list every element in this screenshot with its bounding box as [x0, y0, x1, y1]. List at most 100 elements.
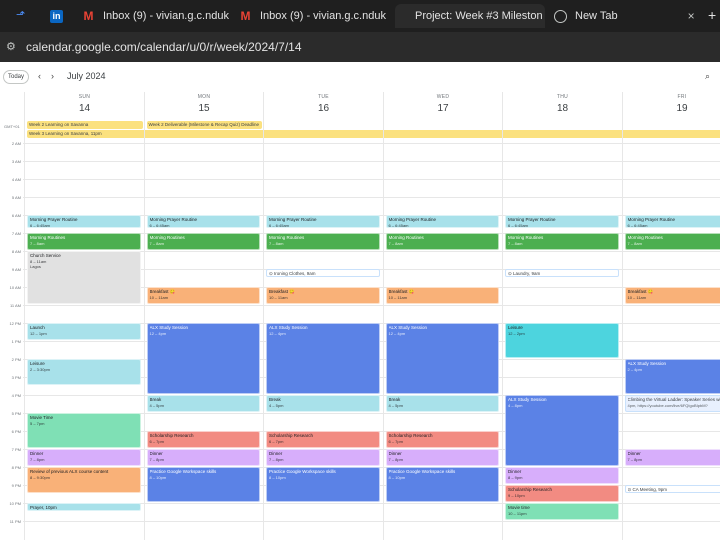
calendar-event[interactable]: Leisure12 – 2pm [505, 323, 619, 358]
event-time: 7 – 8am [150, 241, 258, 246]
tab-linkedin[interactable]: in [50, 4, 68, 28]
hour-label: 1 PM [3, 339, 21, 344]
calendar-event[interactable]: Morning Prayer Routine6 – 6:45am [625, 215, 720, 228]
calendar-event[interactable]: ALX Study Session12 – 4pm [266, 323, 380, 394]
calendar-event[interactable]: Morning Prayer Routine6 – 6:45am [147, 215, 261, 228]
calendar-event[interactable]: Scholarship Research6 – 7pm [386, 431, 500, 448]
calendar-event[interactable]: Dinner7 – 8pm [266, 449, 380, 466]
tab-project[interactable]: Project: Week #3 Mileston × [395, 4, 545, 28]
day-header[interactable]: WED17 [384, 94, 503, 114]
event-time: 4 – 5pm [389, 403, 497, 408]
calendar-event[interactable]: ALX Study Session12 – 4pm [386, 323, 500, 394]
hour-label: 6 AM [3, 213, 21, 218]
calendar-event[interactable]: Prayer, 10pm [27, 503, 141, 511]
day-header[interactable]: TUE16 [264, 94, 383, 114]
site-info-icon[interactable]: ⚙ [6, 40, 16, 53]
calendar-event[interactable]: Dinner8 – 9pm [505, 467, 619, 484]
calendar-event[interactable]: ⊙ Ironing Clothes, 9am [266, 269, 380, 277]
month-label: July 2024 [67, 71, 106, 81]
calendar-event[interactable]: Breakfast 😋10 – 11am [266, 287, 380, 304]
tab-inbox-2[interactable]: M Inbox (9) - vivian.g.c.nduk × [239, 4, 389, 28]
hour-label: 12 PM [3, 321, 21, 326]
event-time: 8 – 9:30pm [30, 475, 138, 480]
day-header[interactable]: THU18 [503, 94, 622, 114]
calendar-event[interactable]: ALX Study Session2 – 4pm [625, 359, 720, 394]
event-time: 8 – 10pm [389, 475, 497, 480]
day-date[interactable]: 17 [384, 103, 503, 114]
chrome-icon [554, 10, 567, 23]
hour-label: 11 PM [3, 519, 21, 524]
event-time: 2 – 4pm [628, 367, 720, 372]
calendar-event[interactable]: ALX Study Session4 – 8pm [505, 395, 619, 466]
calendar-event[interactable]: Scholarship Research6 – 7pm [266, 431, 380, 448]
day-date[interactable]: 19 [623, 103, 720, 114]
calendar-event[interactable]: Morning Prayer Routine6 – 6:45am [27, 215, 141, 228]
event-time: 10 – 11am [389, 295, 497, 300]
calendar-event[interactable]: Morning Routines7 – 8am [505, 233, 619, 250]
tab-back-icon[interactable]: ⬏ [16, 8, 25, 21]
calendar-event[interactable]: ALX Study Session12 – 4pm [147, 323, 261, 394]
calendar-event[interactable]: ⊙ CA Meeting, 9pm [625, 485, 720, 493]
calendar-event[interactable]: Scholarship Research6 – 7pm [147, 431, 261, 448]
calendar-event[interactable]: Scholarship Research9 – 10pm [505, 485, 619, 502]
calendar-event[interactable]: Dinner7 – 8pm [386, 449, 500, 466]
event-time: 12 – 4pm [389, 331, 497, 336]
event-time: 7 – 8pm [269, 457, 377, 462]
calendar-event[interactable]: Leisure2 – 3:30pm [27, 359, 141, 385]
url-text[interactable]: calendar.google.com/calendar/u/0/r/week/… [26, 40, 302, 54]
hour-label: 5 PM [3, 411, 21, 416]
calendar-event[interactable]: Morning Routines7 – 8am [625, 233, 720, 250]
calendar-event[interactable]: Dinner7 – 8pm [27, 449, 141, 466]
next-week-icon[interactable]: › [51, 71, 54, 81]
search-icon[interactable]: ⌕ [705, 71, 710, 82]
allday-event[interactable]: Week 2 Learning on Savanna [27, 121, 143, 129]
tab-inbox-1[interactable]: M Inbox (9) - vivian.g.c.nduk × [82, 4, 232, 28]
calendar-event[interactable]: Practice Google Workspace skills8 – 10pm [386, 467, 500, 502]
calendar-event[interactable]: Break4 – 5pm [147, 395, 261, 412]
tab-new-tab[interactable]: New Tab × [554, 4, 694, 28]
event-time: 4pm, https://youtube.com/live/6FQIgoBIpb… [628, 403, 720, 408]
event-time: 7 – 8am [30, 241, 138, 246]
calendar-event[interactable]: Breakfast 😋10 – 11am [147, 287, 261, 304]
calendar-event[interactable]: Morning Routines7 – 8am [27, 233, 141, 250]
address-bar[interactable]: ⚙ calendar.google.com/calendar/u/0/r/wee… [0, 32, 720, 62]
calendar-event[interactable]: Movie Time5 – 7pm [27, 413, 141, 448]
calendar-event[interactable]: Morning Routines7 – 8am [266, 233, 380, 250]
event-time: 4 – 5pm [269, 403, 377, 408]
day-header[interactable]: FRI19 [623, 94, 720, 114]
calendar-event[interactable]: Dinner7 – 8pm [625, 449, 720, 466]
calendar-event[interactable]: Morning Routines7 – 8am [147, 233, 261, 250]
prev-week-icon[interactable]: ‹ [38, 71, 41, 81]
calendar-event[interactable]: Breakfast 😋10 – 11am [386, 287, 500, 304]
calendar-event[interactable]: Morning Routines7 – 8am [386, 233, 500, 250]
calendar-event[interactable]: Morning Prayer Routine6 – 6:45am [386, 215, 500, 228]
day-header[interactable]: MON15 [145, 94, 264, 114]
day-date[interactable]: 16 [264, 103, 383, 114]
calendar-event[interactable]: Review of previous ALX course content8 –… [27, 467, 141, 493]
allday-event[interactable]: Week 3 Learning on Savanna, 11pm [27, 130, 720, 138]
day-date[interactable]: 18 [503, 103, 622, 114]
close-icon[interactable]: × [688, 9, 694, 23]
calendar-event[interactable]: Practice Google Workspace skills8 – 10pm [266, 467, 380, 502]
day-date[interactable]: 14 [25, 103, 144, 114]
calendar-event[interactable]: Break4 – 5pm [266, 395, 380, 412]
calendar-event[interactable]: Breakfast 😋10 – 11am [625, 287, 720, 304]
calendar-event[interactable]: Break4 – 5pm [386, 395, 500, 412]
calendar-event[interactable]: Morning Prayer Routine6 – 6:45am [505, 215, 619, 228]
calendar-event[interactable]: Practice Google Workspace skills8 – 10pm [147, 467, 261, 502]
day-header[interactable]: SUN14 [25, 94, 144, 114]
hour-label: 10 AM [3, 285, 21, 290]
calendar-event[interactable]: Launch12 – 1pm [27, 323, 141, 340]
calendar-event[interactable]: Church Service8 – 11amLagos [27, 251, 141, 304]
calendar-event[interactable]: Movie time10 – 11pm [505, 503, 619, 520]
calendar-event[interactable]: Morning Prayer Routine6 – 6:45am [266, 215, 380, 228]
today-button[interactable]: Today [3, 70, 29, 84]
allday-event[interactable]: Week 2 Deliverable (Milestone & Recap Qu… [147, 121, 263, 129]
calendar-event[interactable]: Climbing the Virtual Ladder: Speaker Ser… [625, 395, 720, 412]
event-time: 6 – 6:45am [508, 223, 616, 228]
day-date[interactable]: 15 [145, 103, 264, 114]
calendar-event[interactable]: Dinner7 – 8pm [147, 449, 261, 466]
new-tab-button[interactable]: + [708, 7, 716, 23]
calendar-event[interactable]: ⊙ Laundry, 9am [505, 269, 619, 277]
event-time: 7 – 8am [269, 241, 377, 246]
